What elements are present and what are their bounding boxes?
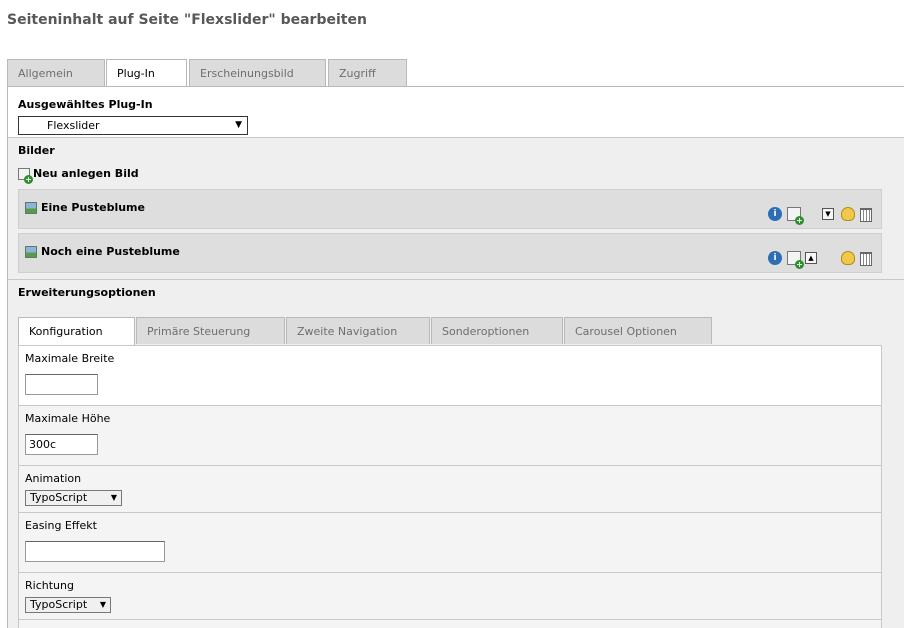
plugin-label: Ausgewähltes Plug-In xyxy=(18,98,153,111)
record-title-text: Eine Pusteblume xyxy=(41,201,145,214)
direction-label: Richtung xyxy=(25,579,74,592)
record-title-text: Noch eine Pusteblume xyxy=(41,245,180,258)
chevron-down-icon: ▼ xyxy=(99,600,106,609)
image-record: Noch eine Pusteblume i ▲ xyxy=(18,233,882,273)
direction-select-value: TypoScript xyxy=(30,598,88,611)
animation-select-value: TypoScript xyxy=(30,491,88,504)
extension-section: Erweiterungsoptionen Konfiguration Primä… xyxy=(8,280,904,628)
move-down-icon[interactable]: ▼ xyxy=(822,208,834,220)
field-row-easing: Easing Effekt xyxy=(19,513,881,573)
new-image-button[interactable]: Neu anlegen Bild xyxy=(18,167,139,184)
image-record: Eine Pusteblume i ▼ xyxy=(18,189,882,229)
field-row-max-height: Maximale Höhe 300c xyxy=(19,406,881,466)
animation-select[interactable]: TypoScript ▼ xyxy=(25,490,122,506)
move-up-icon[interactable]: ▲ xyxy=(805,252,817,264)
field-row-animation: Animation TypoScript ▼ xyxy=(19,466,881,513)
easing-input[interactable] xyxy=(25,541,165,562)
configuration-form: Maximale Breite Maximale Höhe 300c Anima… xyxy=(18,345,882,628)
max-height-input[interactable]: 300c xyxy=(25,434,98,455)
direction-select[interactable]: TypoScript ▼ xyxy=(25,597,111,613)
max-width-label: Maximale Breite xyxy=(25,352,115,365)
new-record-icon[interactable] xyxy=(787,251,804,269)
new-record-icon xyxy=(18,167,33,184)
info-icon[interactable]: i xyxy=(768,207,782,221)
tab-panel: Ausgewähltes Plug-In Flexslider ▼ Bilder… xyxy=(7,86,904,628)
tab-erscheinungsbild[interactable]: Erscheinungsbild xyxy=(189,59,326,86)
record-title[interactable]: Eine Pusteblume xyxy=(25,201,145,214)
easing-label: Easing Effekt xyxy=(25,519,97,532)
image-icon xyxy=(25,201,37,214)
images-heading: Bilder xyxy=(18,144,55,157)
tab-sonderoptionen[interactable]: Sonderoptionen xyxy=(431,317,563,344)
trash-icon[interactable] xyxy=(860,252,872,266)
trash-icon[interactable] xyxy=(860,208,872,222)
chevron-down-icon: ▼ xyxy=(110,493,117,502)
field-row-max-width: Maximale Breite xyxy=(19,346,881,406)
tab-konfiguration[interactable]: Konfiguration xyxy=(18,317,135,346)
max-width-input[interactable] xyxy=(25,374,98,395)
info-icon[interactable]: i xyxy=(768,251,782,265)
chevron-down-icon: ▼ xyxy=(235,120,242,130)
extension-heading: Erweiterungsoptionen xyxy=(18,286,156,299)
tab-carousel-optionen[interactable]: Carousel Optionen xyxy=(564,317,712,344)
tab-zugriff[interactable]: Zugriff xyxy=(328,59,407,86)
lightbulb-icon[interactable] xyxy=(841,251,855,265)
new-image-label: Neu anlegen Bild xyxy=(33,167,139,180)
tab-plug-in[interactable]: Plug-In xyxy=(106,59,187,88)
tab-allgemein[interactable]: Allgemein xyxy=(7,59,105,86)
image-icon xyxy=(25,245,37,258)
images-section: Bilder Neu anlegen Bild Eine Pusteblume … xyxy=(8,138,904,280)
record-title[interactable]: Noch eine Pusteblume xyxy=(25,245,180,258)
new-record-icon[interactable] xyxy=(787,207,804,225)
lightbulb-icon[interactable] xyxy=(841,207,855,221)
plugin-section: Ausgewähltes Plug-In Flexslider ▼ xyxy=(8,87,904,138)
plugin-select-value: Flexslider xyxy=(47,119,100,132)
tab-primaere-steuerung[interactable]: Primäre Steuerung xyxy=(136,317,285,344)
max-height-label: Maximale Höhe xyxy=(25,412,111,425)
plugin-select[interactable]: Flexslider ▼ xyxy=(18,116,248,135)
page-title: Seiteninhalt auf Seite "Flexslider" bear… xyxy=(7,12,367,28)
tab-zweite-navigation[interactable]: Zweite Navigation xyxy=(286,317,430,344)
animation-label: Animation xyxy=(25,472,82,485)
field-row-direction: Richtung TypoScript ▼ xyxy=(19,573,881,620)
